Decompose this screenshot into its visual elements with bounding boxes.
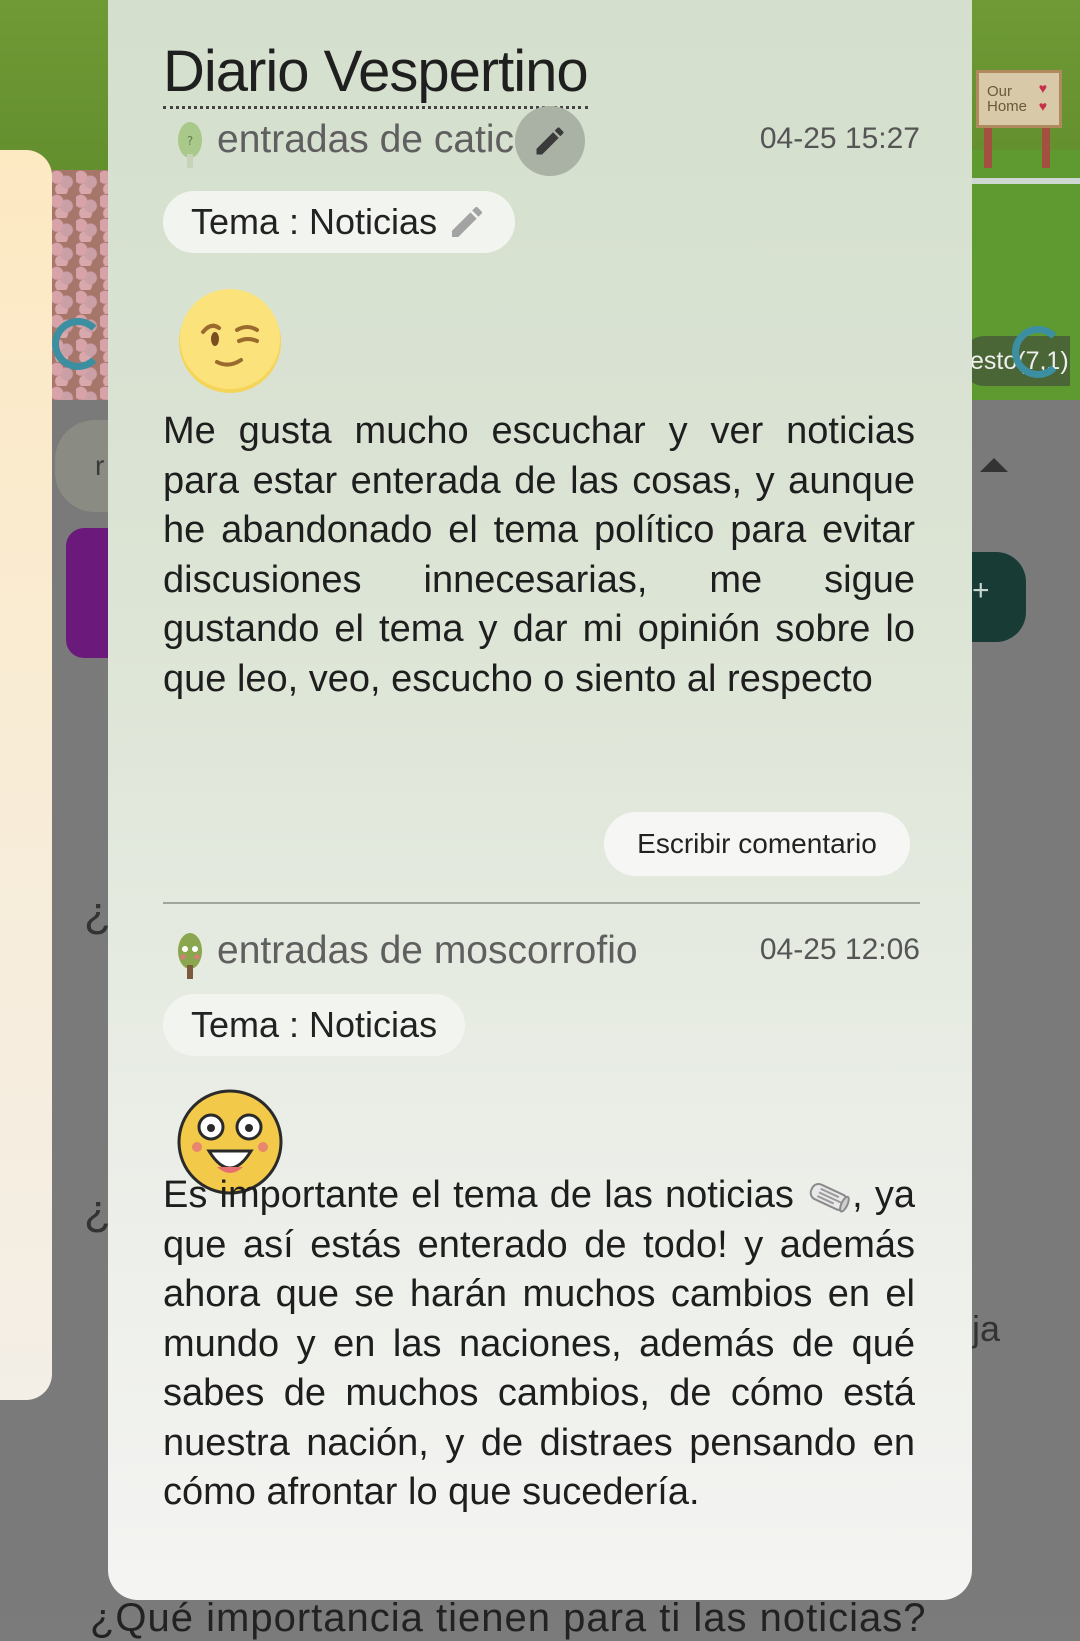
background-purple-button: [66, 528, 108, 658]
background-question-text: ¿Qué importancia tienen para ti las noti…: [90, 1596, 927, 1640]
heart-icon: ♥: [1038, 80, 1047, 96]
background-text-fragment: ja: [972, 1308, 1001, 1349]
background-refresh-icon: [1012, 326, 1064, 378]
background-home-sign: Our Home ♥ ♥: [976, 70, 1062, 128]
background-dark-button: +: [972, 552, 1026, 642]
background-side-panel: [0, 150, 52, 1400]
entry-divider: [163, 902, 920, 904]
topic-label: Tema : Noticias: [191, 1004, 438, 1045]
pencil-icon: [452, 206, 483, 237]
entry-author[interactable]: entradas de catica: [217, 118, 536, 162]
background-question-mark: ¿: [84, 888, 111, 937]
edit-entry-button[interactable]: [515, 106, 585, 176]
entry-header: ? entradas de catica 04-25 15:27: [163, 106, 920, 176]
sign-line2: Home: [987, 98, 1028, 115]
diary-title: Diario Vespertino: [163, 40, 589, 109]
diary-modal: Diario Vespertino ? entradas de catica 0…: [108, 0, 972, 1600]
tree-avatar-icon: [178, 933, 202, 979]
topic-pill[interactable]: Tema : Noticias: [163, 191, 516, 253]
background-sign-post: [984, 128, 992, 168]
background-question-mark: ¿: [84, 1186, 111, 1235]
entry-date: 04-25 12:06: [759, 933, 920, 966]
entry-date: 04-25 15:27: [759, 122, 920, 155]
topic-pill: Tema : Noticias: [163, 994, 466, 1056]
write-comment-button[interactable]: Escribir comentario: [604, 812, 910, 876]
entry-header: entradas de moscorrofio 04-25 12:06: [163, 923, 920, 983]
entry-text-part2: , ya que así estás enterado de todo! y a…: [163, 1174, 915, 1513]
entry-text: Es importante el tema de las noticias , …: [163, 1171, 915, 1518]
background-fence: [972, 178, 1080, 184]
tree-avatar-icon: ?: [178, 122, 202, 168]
rolled-newspaper-icon: [809, 1182, 850, 1213]
background-collapse-arrow-icon: [980, 458, 1008, 472]
heart-icon: ♥: [1038, 98, 1047, 114]
svg-text:?: ?: [187, 134, 193, 148]
background-pill-text: r: [95, 450, 105, 481]
background-sign-post: [1042, 128, 1050, 168]
entry-author[interactable]: entradas de moscorrofio: [217, 929, 638, 973]
entry-text-part1: Es importante el tema de las noticias: [163, 1174, 794, 1216]
entry-text: Me gusta mucho escuchar y ver noticias p…: [163, 410, 915, 700]
background-refresh-icon: [52, 318, 104, 370]
pencil-icon: [536, 127, 564, 155]
topic-label: Tema : Noticias: [191, 201, 438, 242]
winking-face-icon: [179, 289, 281, 393]
sign-line1: Our: [987, 83, 1013, 100]
